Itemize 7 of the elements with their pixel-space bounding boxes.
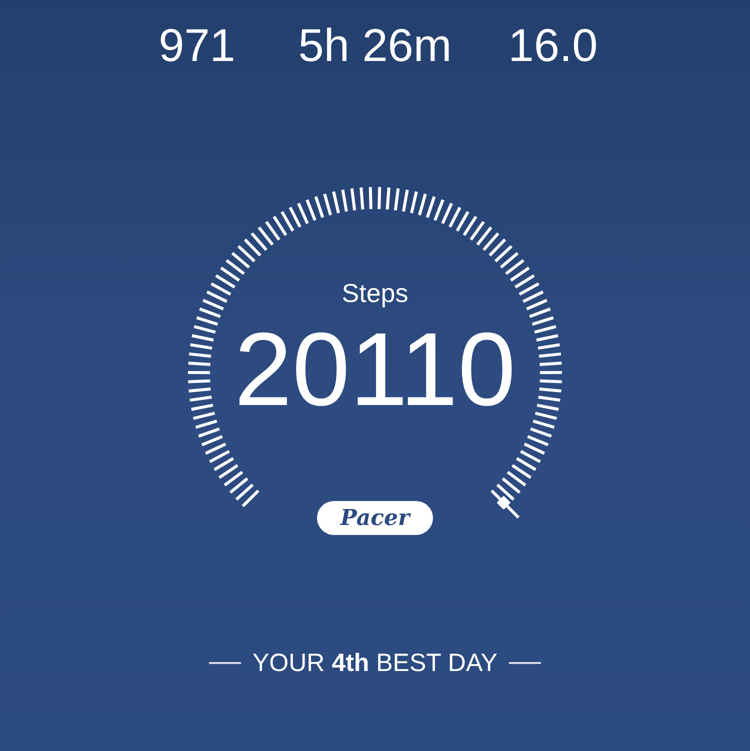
steps-count: 20110 — [234, 312, 516, 428]
stat-value: 971 — [158, 18, 236, 73]
stat-value: 16.0 — [507, 18, 599, 73]
stat-value: 5h 26m — [297, 18, 453, 73]
steps-label: Steps — [342, 277, 408, 310]
pacer-logo: Pacer — [317, 501, 433, 535]
best-day-text: YOUR 4th BEST DAY — [252, 648, 498, 678]
